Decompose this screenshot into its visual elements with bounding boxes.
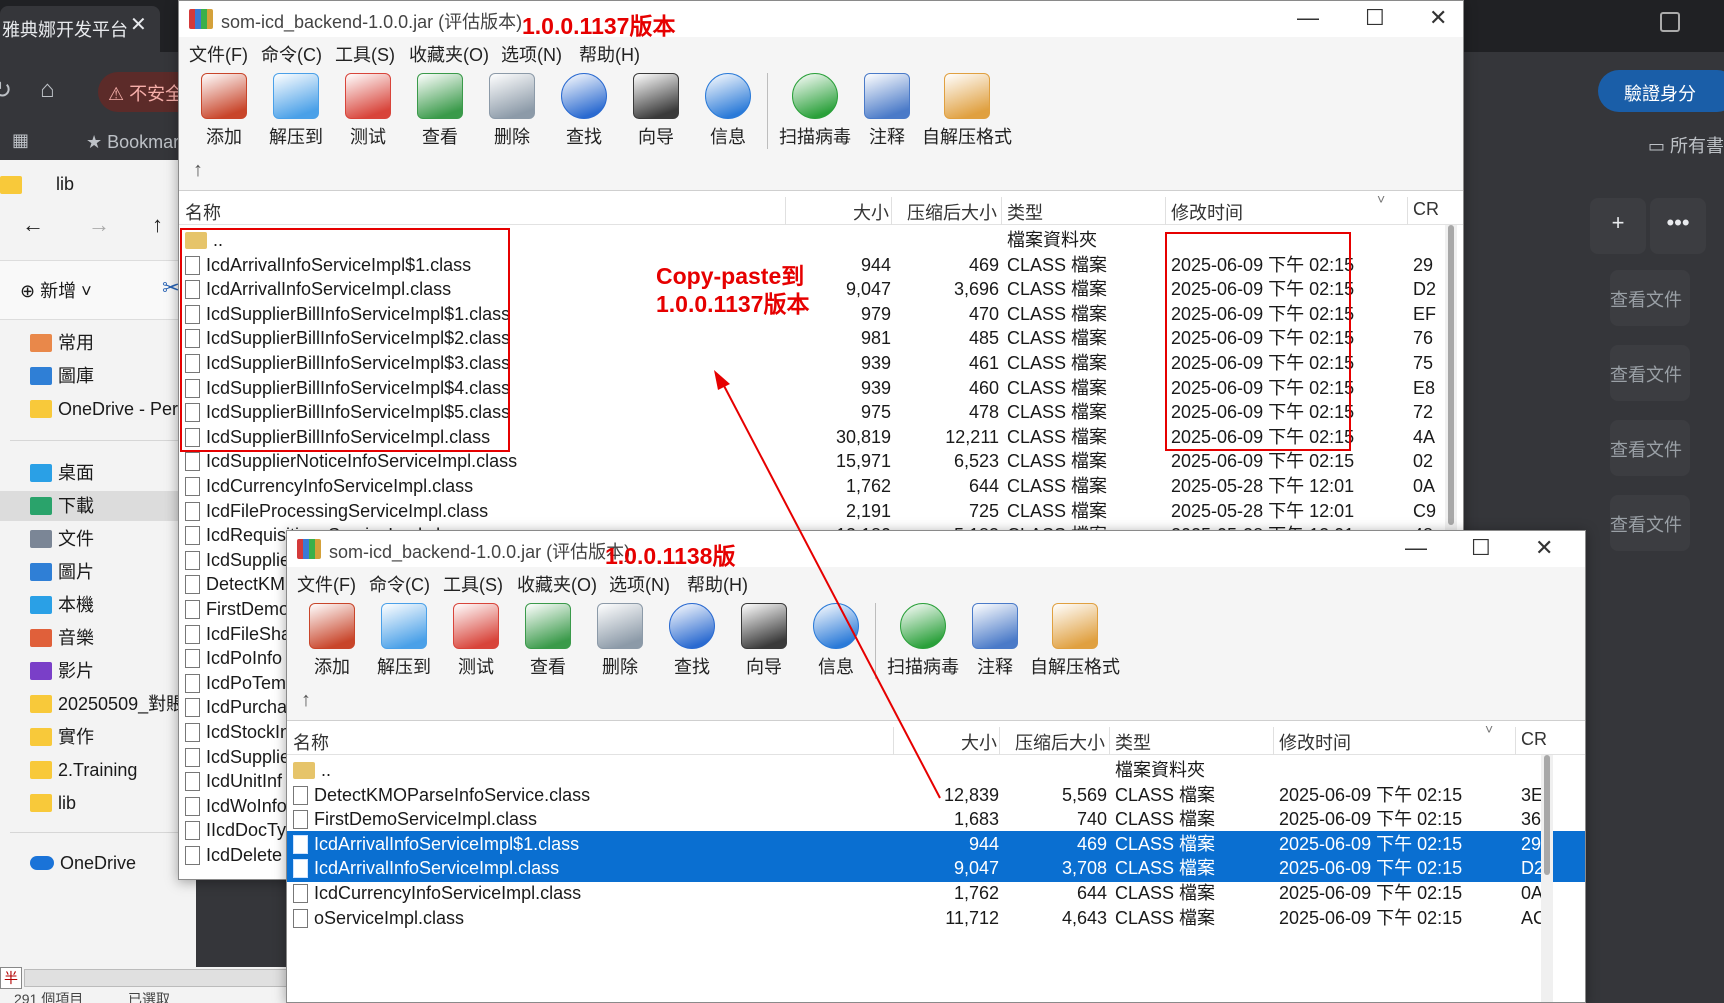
annotation-arrow	[714, 370, 941, 799]
